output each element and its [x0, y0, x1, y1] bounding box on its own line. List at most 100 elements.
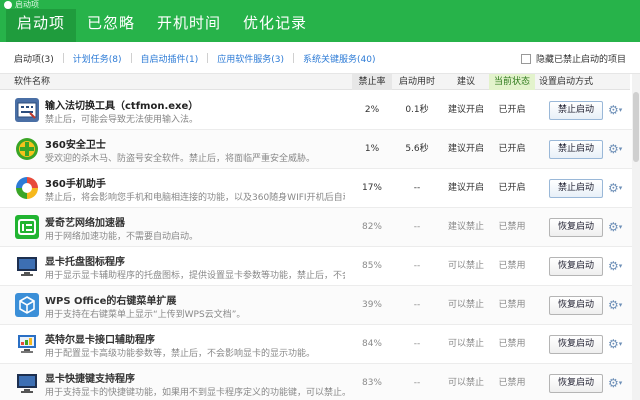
app-description: 用于配置显卡高级功能参数等，禁止后，不会影响显卡的显示功能。: [45, 349, 316, 359]
col-startup-time[interactable]: 启动用时: [394, 74, 440, 90]
current-state: 已禁用: [498, 378, 526, 388]
chevron-down-icon: ▾: [618, 106, 623, 114]
current-state: 已开启: [498, 144, 526, 154]
hide-disabled-option[interactable]: 隐藏已禁止启动的项目: [520, 52, 626, 65]
iqiyi-icon: [15, 215, 39, 239]
table-row: 输入法切换工具（ctfmon.exe） 禁止后，可能会导致无法使用输入法。 2%…: [0, 91, 632, 130]
divider: [130, 53, 132, 63]
tab-optimize-log[interactable]: 优化记录: [232, 9, 318, 42]
tab-ignored[interactable]: 已忽略: [76, 9, 146, 42]
col-advice[interactable]: 建议: [444, 74, 488, 90]
disable-rate: 39%: [361, 300, 382, 310]
keyboard-tool-icon: [15, 98, 39, 122]
advice: 建议开启: [447, 183, 484, 193]
tab-boot-time[interactable]: 开机时间: [146, 9, 232, 42]
current-state: 已禁用: [498, 339, 526, 349]
360-safe-icon: [15, 137, 39, 161]
startup-time: 5.6秒: [405, 144, 429, 154]
col-name[interactable]: 软件名称: [14, 74, 50, 90]
app-description: 用于显示显卡辅助程序的托盘图标，提供设置显卡参数等功能，禁止后，不会影: [45, 271, 345, 281]
startup-time: --: [413, 300, 421, 310]
advice: 建议禁止: [447, 222, 484, 232]
restore-startup-button[interactable]: 恢复启动: [549, 335, 603, 354]
restore-startup-button[interactable]: 恢复启动: [549, 374, 603, 393]
advice: 可以禁止: [447, 300, 484, 310]
gear-icon[interactable]: ⚙▾: [608, 142, 626, 156]
startup-time: 0.1秒: [405, 105, 429, 115]
cube-icon: [15, 293, 39, 317]
gear-icon[interactable]: ⚙▾: [608, 298, 626, 312]
advice: 可以禁止: [447, 339, 484, 349]
scrollbar-thumb[interactable]: [633, 92, 639, 162]
divider: [293, 53, 294, 63]
subtab-plugins[interactable]: 自启动插件(1): [141, 52, 199, 65]
table-row: 360安全卫士 受欢迎的杀木马、防盗号安全软件。禁止后，将面临严重安全威胁。 1…: [0, 130, 632, 169]
gear-icon[interactable]: ⚙▾: [608, 103, 626, 117]
app-description: 禁止后，将会影响您手机和电脑相连接的功能，以及360随身WIFI开机后自动的: [45, 193, 345, 203]
current-state: 已禁用: [498, 261, 526, 271]
current-state: 已禁用: [498, 300, 526, 310]
startup-time: --: [413, 378, 421, 388]
startup-time: --: [413, 339, 421, 349]
restore-startup-button[interactable]: 恢复启动: [549, 296, 603, 315]
startup-time: --: [413, 183, 421, 193]
advice: 可以禁止: [447, 378, 484, 388]
chevron-down-icon: ▾: [618, 340, 623, 348]
disable-rate: 17%: [361, 183, 382, 193]
gear-icon[interactable]: ⚙▾: [608, 181, 626, 195]
gear-icon[interactable]: ⚙▾: [608, 337, 626, 351]
subtab-app-services[interactable]: 应用软件服务(3): [217, 52, 284, 65]
disable-rate: 84%: [361, 339, 382, 349]
tab-startup[interactable]: 启动项: [6, 9, 77, 42]
display-icon: [15, 332, 39, 356]
app-name: 360手机助手: [45, 179, 106, 190]
subtab-system-services[interactable]: 系统关键服务(40): [303, 52, 375, 65]
main-tabs: 启动项 已忽略 开机时间 优化记录: [6, 9, 318, 42]
app-name: 360安全卫士: [45, 140, 106, 151]
app-description: 受欢迎的杀木马、防盗号安全软件。禁止后，将面临严重安全威胁。: [45, 154, 316, 164]
disable-rate: 85%: [361, 261, 382, 271]
startup-time: --: [413, 222, 421, 232]
current-state: 已开启: [498, 183, 526, 193]
gear-icon[interactable]: ⚙▾: [608, 376, 626, 390]
app-name: 显卡快捷键支持程序: [45, 374, 135, 385]
sub-tab-bar: 启动项(3) 计划任务(8) 自启动插件(1) 应用软件服务(3) 系统关键服务…: [0, 42, 640, 74]
gear-icon[interactable]: ⚙▾: [608, 220, 626, 234]
disable-startup-button[interactable]: 禁止启动: [549, 140, 603, 159]
col-disable-rate[interactable]: 禁止率: [352, 74, 392, 90]
chevron-down-icon: ▾: [618, 379, 623, 387]
subtab-scheduled-tasks[interactable]: 计划任务(8): [73, 52, 122, 65]
table-row: 英特尔显卡接口辅助程序 用于配置显卡高级功能参数等，禁止后，不会影响显卡的显示功…: [0, 325, 632, 364]
gear-icon[interactable]: ⚙▾: [608, 259, 626, 273]
divider: [207, 53, 209, 63]
window-title: 启动项: [4, 0, 39, 9]
app-description: 用于网络加速功能，不需要自动启动。: [45, 232, 199, 242]
col-current-state[interactable]: 当前状态: [489, 74, 535, 90]
advice: 建议开启: [447, 105, 484, 115]
disable-rate: 83%: [361, 378, 382, 388]
table-row: 爱奇艺网络加速器 用于网络加速功能，不需要自动启动。 82% -- 建议禁止 已…: [0, 208, 632, 247]
table-header: 软件名称 禁止率 启动用时 建议 当前状态 设置启动方式: [0, 74, 630, 90]
app-logo-icon: [4, 0, 12, 9]
hide-disabled-label: 隐藏已禁止启动的项目: [535, 55, 626, 65]
disable-startup-button[interactable]: 禁止启动: [549, 179, 603, 198]
subtab-startup-items[interactable]: 启动项(3): [14, 52, 54, 65]
chevron-down-icon: ▾: [618, 145, 623, 153]
table-row: 360手机助手 禁止后，将会影响您手机和电脑相连接的功能，以及360随身WIFI…: [0, 169, 632, 208]
current-state: 已禁用: [498, 222, 526, 232]
disable-rate: 2%: [364, 105, 380, 115]
table-row: WPS Office的右键菜单扩展 用于支持在右键菜单上显示“上传到WPS云文档…: [0, 286, 632, 325]
app-name: 显卡托盘图标程序: [45, 257, 125, 268]
restore-startup-button[interactable]: 恢复启动: [549, 218, 603, 237]
advice: 建议开启: [447, 144, 484, 154]
restore-startup-button[interactable]: 恢复启动: [549, 257, 603, 276]
hide-disabled-checkbox[interactable]: [520, 53, 531, 64]
disable-startup-button[interactable]: 禁止启动: [549, 101, 603, 120]
monitor-icon: [15, 371, 39, 395]
table-row: 显卡托盘图标程序 用于显示显卡辅助程序的托盘图标，提供设置显卡参数等功能，禁止后…: [0, 247, 632, 286]
disable-rate: 1%: [364, 144, 380, 154]
monitor-icon: [15, 254, 39, 278]
startup-list: 输入法切换工具（ctfmon.exe） 禁止后，可能会导致无法使用输入法。 2%…: [0, 91, 632, 400]
360-mobile-icon: [15, 176, 39, 200]
app-name: 英特尔显卡接口辅助程序: [45, 335, 155, 346]
